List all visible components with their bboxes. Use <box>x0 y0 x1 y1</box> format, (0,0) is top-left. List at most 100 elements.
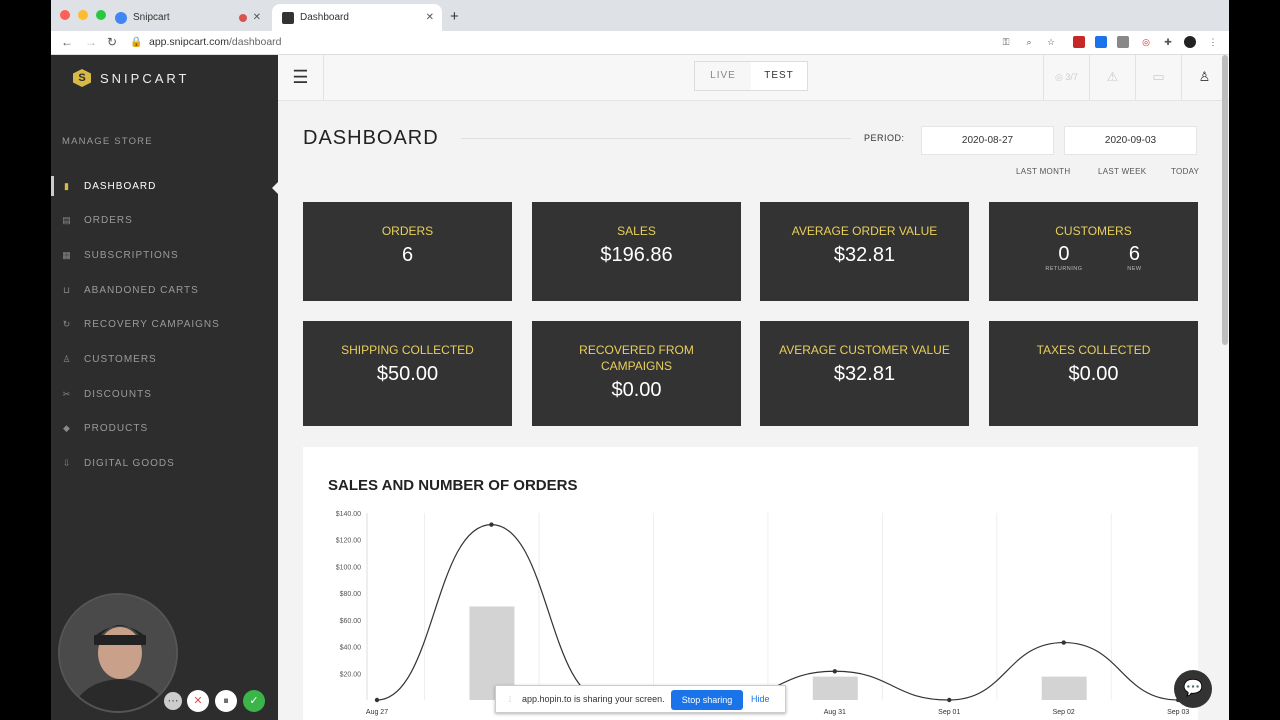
env-live-button[interactable]: LIVE <box>695 62 751 90</box>
date-to-input[interactable]: 2020-09-03 <box>1064 126 1197 155</box>
chart-bar <box>812 676 858 700</box>
drag-handle-icon[interactable]: ⦙ <box>509 694 511 705</box>
active-indicator <box>272 182 278 194</box>
star-icon[interactable]: ☆ <box>1045 36 1057 48</box>
user-account-icon[interactable]: ♙ <box>1181 55 1227 101</box>
checklist-status[interactable]: ◎ 3/7 <box>1043 55 1089 101</box>
card-label: RECOVERED FROM CAMPAIGNS <box>579 343 694 373</box>
new-tab-button[interactable]: + <box>450 8 459 25</box>
zoom-icon[interactable]: ⌕ <box>1023 36 1035 48</box>
close-tab-icon[interactable]: ✕ <box>426 12 434 23</box>
close-window-button[interactable] <box>60 10 70 20</box>
card-value: $32.81 <box>833 244 896 266</box>
quick-range-today[interactable]: TODAY <box>1171 167 1199 176</box>
card-label: TAXES COLLECTED <box>1036 343 1151 357</box>
average-order-value-card: AVERAGE ORDER VALUE $32.81 <box>760 202 969 301</box>
y-tick-label: $20.00 <box>340 671 362 678</box>
sidebar-item-products[interactable]: ◆ PRODUCTS <box>51 418 278 438</box>
brand-name: SNIPCART <box>100 70 190 86</box>
hide-share-bar-button[interactable]: Hide <box>751 694 770 704</box>
profile-avatar-icon[interactable] <box>1184 36 1196 48</box>
check-circle-icon: ◎ <box>1055 72 1063 82</box>
reload-icon[interactable]: ↻ <box>107 35 117 49</box>
line-point <box>947 697 952 703</box>
sidebar-item-label: DISCOUNTS <box>84 388 152 400</box>
card-value: $0.00 <box>1068 363 1119 385</box>
hamburger-menu-icon[interactable]: ☰ <box>278 55 324 101</box>
confirm-button[interactable]: ✓ <box>243 690 265 712</box>
top-header: ☰ LIVE TEST ◎ 3/7 ⚠ ▭ ♙ <box>278 55 1229 101</box>
sidebar-item-label: DIGITAL GOODS <box>84 457 175 469</box>
line-point <box>374 697 380 703</box>
card-value: $50.00 <box>376 363 439 385</box>
sidebar-item-customers[interactable]: ♙ CUSTOMERS <box>51 349 278 369</box>
pause-button[interactable]: ⏸ <box>215 690 237 712</box>
key-icon[interactable]: ⚿ <box>1000 36 1012 48</box>
back-arrow-icon[interactable]: ← <box>61 35 73 49</box>
quick-range-last-month[interactable]: LAST MONTH <box>1016 167 1070 176</box>
minimize-window-button[interactable] <box>78 10 88 20</box>
card-value: $0.00 <box>611 379 662 401</box>
quick-range-last-week[interactable]: LAST WEEK <box>1098 167 1146 176</box>
forward-arrow-icon[interactable]: → <box>85 35 97 49</box>
cart-icon: ⊔ <box>62 285 72 295</box>
url-host: app.snipcart.com <box>149 36 229 48</box>
card-label: AVERAGE CUSTOMER VALUE <box>779 343 950 357</box>
chat-bubble-icon[interactable]: 💬 <box>1174 670 1212 708</box>
snipcart-favicon-icon <box>115 11 127 24</box>
extension-icon[interactable] <box>1095 36 1107 48</box>
mute-button[interactable]: ✕ <box>187 690 209 712</box>
browser-tab-snipcart[interactable]: Snipcart ✕ <box>111 4 269 31</box>
tab-label: Snipcart <box>133 12 170 23</box>
refresh-icon: ↻ <box>62 319 72 329</box>
stop-sharing-button[interactable]: Stop sharing <box>671 690 743 710</box>
date-from-input[interactable]: 2020-08-27 <box>921 126 1054 155</box>
recording-icon <box>239 13 247 22</box>
sales-card: SALES $196.86 <box>532 202 741 301</box>
sidebar-item-digital-goods[interactable]: ⇩ DIGITAL GOODS <box>51 453 278 473</box>
sidebar-item-recovery-campaigns[interactable]: ↻ RECOVERY CAMPAIGNS <box>51 314 278 334</box>
page-scrollbar[interactable] <box>1222 55 1228 345</box>
env-test-button[interactable]: TEST <box>751 62 807 90</box>
tab-label: Dashboard <box>300 12 349 23</box>
kebab-menu-icon[interactable]: ⋮ <box>1207 36 1219 48</box>
y-tick-label: $100.00 <box>336 564 361 571</box>
puzzle-icon[interactable]: ✚ <box>1162 36 1174 48</box>
chart-bar <box>1041 676 1087 700</box>
maximize-window-button[interactable] <box>96 10 106 20</box>
divider <box>461 138 851 139</box>
snipcart-logo-icon: S <box>73 69 91 87</box>
extension-icon[interactable] <box>1117 36 1129 48</box>
customers-card: CUSTOMERS 0 RETURNING 6 NEW <box>989 202 1198 301</box>
x-tick-label: Sep 02 <box>1053 709 1075 716</box>
more-options-icon[interactable]: ⋯ <box>164 692 182 710</box>
card-label: ORDERS <box>381 224 434 238</box>
new-label: NEW <box>1127 266 1142 272</box>
url-field[interactable]: app.snipcart.com/dashboard <box>149 36 282 48</box>
sidebar-item-discounts[interactable]: ✂ DISCOUNTS <box>51 384 278 404</box>
sidebar-item-orders[interactable]: ▤ ORDERS <box>51 210 278 230</box>
card-label: SHIPPING COLLECTED <box>341 343 474 357</box>
returning-customers: 0 RETURNING <box>1045 239 1082 272</box>
logo[interactable]: S SNIPCART <box>73 69 190 87</box>
sidebar-item-subscriptions[interactable]: ▦ SUBSCRIPTIONS <box>51 245 278 265</box>
extension-icon[interactable]: ◎ <box>1140 36 1152 48</box>
book-icon[interactable]: ▭ <box>1135 55 1181 101</box>
share-message: app.hopin.to is sharing your screen. <box>522 694 665 704</box>
sidebar-item-abandoned-carts[interactable]: ⊔ ABANDONED CARTS <box>51 280 278 300</box>
warning-icon[interactable]: ⚠ <box>1089 55 1135 101</box>
y-tick-label: $140.00 <box>336 511 361 518</box>
bar-chart-icon: ▮ <box>64 181 70 191</box>
sales-orders-chart: $20.00 $40.00 $60.00 $80.00 $100.00 $120.00 $1… <box>336 511 1190 716</box>
average-customer-value-card: AVERAGE CUSTOMER VALUE $32.81 <box>760 321 969 426</box>
sidebar-item-dashboard[interactable]: ▮ DASHBOARD <box>51 176 278 196</box>
browser-tab-dashboard[interactable]: Dashboard ✕ <box>272 4 442 31</box>
browser-tab-bar: Snipcart ✕ Dashboard ✕ + <box>51 0 1229 31</box>
sidebar-item-label: RECOVERY CAMPAIGNS <box>84 318 220 330</box>
orders-card: ORDERS 6 <box>303 202 512 301</box>
y-tick-label: $60.00 <box>340 618 362 625</box>
status-badge: 3/7 <box>1065 72 1078 82</box>
close-tab-icon[interactable]: ✕ <box>253 12 261 23</box>
extension-icon[interactable] <box>1073 36 1085 48</box>
browser-window: Snipcart ✕ Dashboard ✕ + ← → ↻ 🔒 app.sni… <box>51 0 1229 720</box>
